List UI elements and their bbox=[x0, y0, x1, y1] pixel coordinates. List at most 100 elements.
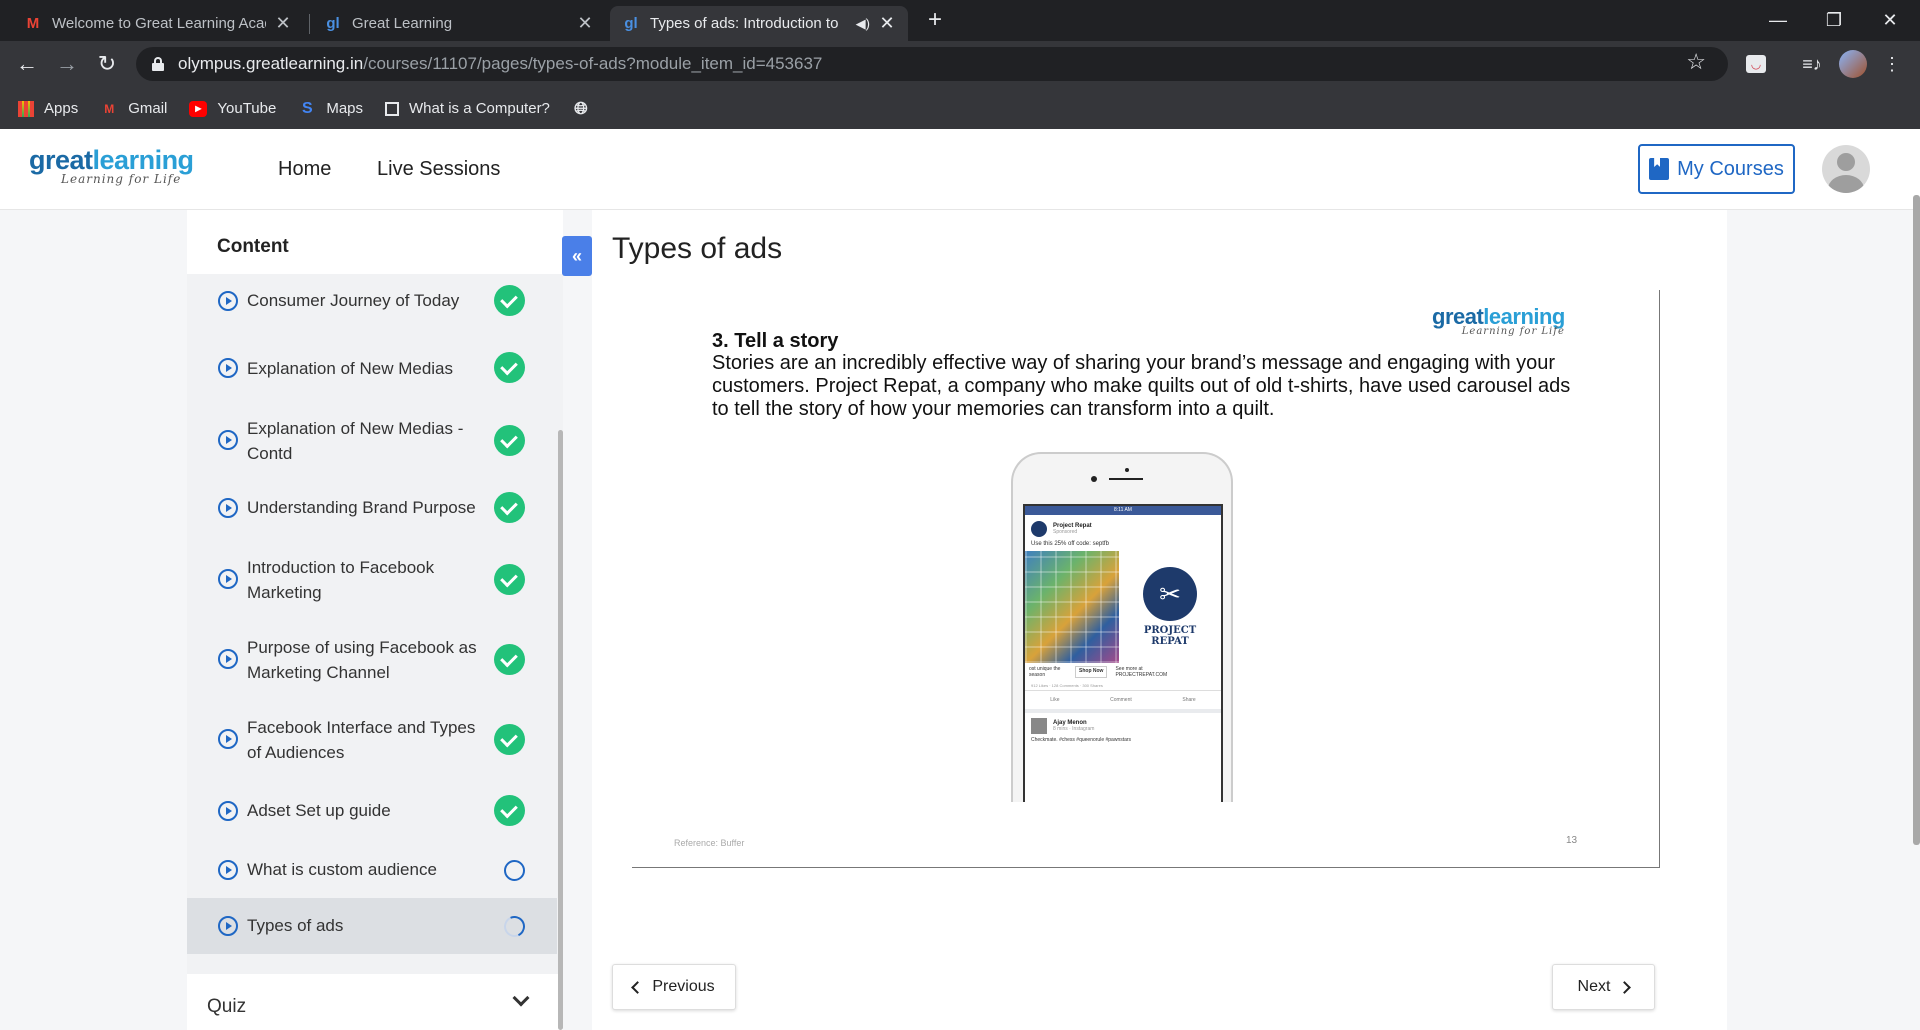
list-item[interactable]: Facebook Interface and Types of Audience… bbox=[187, 698, 557, 778]
minimize-button[interactable]: — bbox=[1750, 0, 1806, 41]
post2-avatar bbox=[1031, 718, 1047, 734]
greatlearning-icon: gl bbox=[326, 15, 340, 32]
next-button[interactable]: Next bbox=[1552, 964, 1655, 1010]
book-icon bbox=[1649, 158, 1670, 180]
collapse-sidebar-button[interactable]: « bbox=[562, 236, 592, 276]
new-tab-button[interactable]: + bbox=[922, 6, 948, 34]
list-item[interactable]: Understanding Brand Purpose bbox=[187, 478, 557, 538]
completed-check-icon bbox=[494, 285, 525, 316]
list-item[interactable]: Consumer Journey of Today bbox=[187, 274, 557, 328]
bookmark-label: Maps bbox=[326, 100, 364, 117]
list-item-label: Introduction to Facebook Marketing bbox=[247, 558, 435, 602]
url-path: /courses/11107/pages/types-of-ads?module… bbox=[363, 54, 823, 73]
completed-check-icon bbox=[494, 724, 525, 755]
play-circle-icon bbox=[218, 569, 238, 589]
speaker-icon[interactable]: ◀) bbox=[856, 16, 870, 32]
chevron-down-icon bbox=[512, 989, 530, 1007]
greatlearning-logo[interactable]: greatlearning Learning for Life bbox=[29, 145, 194, 186]
share-action: Share bbox=[1182, 697, 1196, 703]
list-item[interactable]: Adset Set up guide bbox=[187, 778, 557, 838]
previous-button[interactable]: Previous bbox=[612, 964, 736, 1010]
play-circle-icon bbox=[218, 649, 238, 669]
bookmark-globe[interactable]: 🌐︎ bbox=[572, 98, 600, 118]
pocket-extension-icon[interactable]: ◡ bbox=[1742, 50, 1770, 78]
bookmark-maps[interactable]: S Maps bbox=[298, 99, 364, 118]
not-started-ring-icon bbox=[504, 860, 525, 881]
slide-reference: Reference: Buffer bbox=[674, 838, 745, 848]
main-content: Types of ads greatlearning Learning for … bbox=[592, 210, 1727, 1030]
logo-text-learning: learning bbox=[92, 145, 195, 175]
play-circle-icon bbox=[218, 498, 238, 518]
chevron-left-icon bbox=[631, 980, 645, 994]
slide-body: Stories are an incredibly effective way … bbox=[712, 352, 1571, 420]
completed-check-icon bbox=[494, 425, 525, 456]
page-scrollbar[interactable] bbox=[1913, 195, 1920, 845]
list-item[interactable]: Explanation of New Medias bbox=[187, 328, 557, 408]
my-courses-button[interactable]: My Courses bbox=[1638, 144, 1795, 194]
quiz-section-toggle[interactable]: Quiz bbox=[187, 984, 557, 1030]
bookmark-what-is-a-computer[interactable]: What is a Computer? bbox=[385, 100, 550, 117]
apps-grid-icon bbox=[18, 100, 34, 117]
greatlearning-icon: gl bbox=[624, 15, 638, 32]
post2-sub: 8 mins · Instagram bbox=[1053, 726, 1095, 732]
list-item[interactable]: Introduction to Facebook Marketing bbox=[187, 538, 557, 618]
list-item-label: Adset Set up guide bbox=[247, 801, 391, 820]
globe-icon: 🌐︎ bbox=[574, 98, 588, 118]
status-time: 8:11 AM bbox=[1025, 506, 1221, 515]
page-icon bbox=[385, 101, 400, 116]
completed-check-icon bbox=[494, 644, 525, 675]
tab-title: Welcome to Great Learning Acad bbox=[52, 15, 266, 32]
in-progress-ring-icon bbox=[501, 913, 528, 940]
list-item[interactable]: What is custom audience bbox=[187, 838, 557, 898]
address-bar[interactable]: olympus.greatlearning.in/courses/11107/p… bbox=[136, 47, 1728, 81]
maps-icon: S bbox=[301, 99, 313, 117]
browser-tab-great-learning[interactable]: gl Great Learning ✕ bbox=[312, 6, 606, 41]
double-chevron-left-icon: « bbox=[571, 245, 582, 266]
post2-text: Checkmate. #chess #queenorule #pawnstars bbox=[1031, 737, 1132, 743]
back-button[interactable]: ← bbox=[12, 49, 42, 79]
nav-live-sessions[interactable]: Live Sessions bbox=[377, 158, 500, 181]
bookmark-star-icon[interactable]: ☆ bbox=[1686, 49, 1706, 75]
browser-tab-types-of-ads[interactable]: gl Types of ads: Introduction to ◀) ✕ bbox=[610, 6, 908, 41]
menu-kebab-icon[interactable]: ⋮ bbox=[1878, 50, 1906, 78]
user-avatar[interactable] bbox=[1822, 145, 1870, 193]
close-icon[interactable]: ✕ bbox=[576, 13, 594, 34]
restore-button[interactable]: ❐ bbox=[1806, 0, 1862, 41]
close-window-button[interactable]: ✕ bbox=[1862, 0, 1918, 41]
list-item-current[interactable]: Types of ads bbox=[187, 898, 557, 954]
nav-home[interactable]: Home bbox=[278, 158, 331, 181]
list-item[interactable]: Purpose of using Facebook as Marketing C… bbox=[187, 618, 557, 698]
chevron-right-icon bbox=[1618, 980, 1632, 994]
bookmark-apps[interactable]: Apps bbox=[18, 100, 78, 117]
completed-check-icon bbox=[494, 564, 525, 595]
sidebar-scrollbar[interactable] bbox=[558, 430, 563, 1030]
facebook-ad-screen: 8:11 AM Project Repat Sponsored Use this… bbox=[1023, 504, 1223, 802]
bookmark-youtube[interactable]: ▶ YouTube bbox=[189, 100, 276, 117]
play-circle-icon bbox=[218, 358, 238, 378]
forward-button[interactable]: → bbox=[52, 49, 82, 79]
quiz-label: Quiz bbox=[207, 996, 247, 1017]
phone-mockup: 8:11 AM Project Repat Sponsored Use this… bbox=[1011, 452, 1233, 802]
play-circle-icon bbox=[218, 860, 238, 880]
close-icon[interactable]: ✕ bbox=[878, 13, 896, 34]
list-item-label: Explanation of New Medias - Contd bbox=[247, 419, 464, 463]
browser-tab-gmail[interactable]: M Welcome to Great Learning Acad ✕ bbox=[12, 6, 304, 41]
bookmark-label: Gmail bbox=[128, 100, 168, 117]
media-control-icon[interactable]: ≡♪ bbox=[1798, 50, 1826, 78]
list-item-label: Consumer Journey of Today bbox=[247, 291, 460, 310]
logo-text-great: great bbox=[29, 145, 93, 175]
comment-action: Comment bbox=[1110, 697, 1132, 703]
url-host: olympus.greatlearning.in bbox=[178, 54, 364, 73]
profile-avatar-icon[interactable] bbox=[1839, 50, 1867, 78]
like-action: Like bbox=[1050, 697, 1060, 703]
scissors-icon: ✂ bbox=[1143, 567, 1197, 621]
lock-icon bbox=[152, 57, 164, 71]
module-item-list: Consumer Journey of Today Explanation of… bbox=[187, 274, 563, 974]
close-icon[interactable]: ✕ bbox=[274, 13, 292, 34]
play-circle-icon bbox=[218, 291, 238, 311]
reload-button[interactable]: ↻ bbox=[92, 49, 122, 79]
bookmark-gmail[interactable]: M Gmail bbox=[100, 100, 167, 117]
list-item[interactable]: Explanation of New Medias - Contd bbox=[187, 408, 557, 478]
shop-now-button: Shop Now bbox=[1075, 666, 1108, 678]
previous-label: Previous bbox=[652, 978, 715, 995]
